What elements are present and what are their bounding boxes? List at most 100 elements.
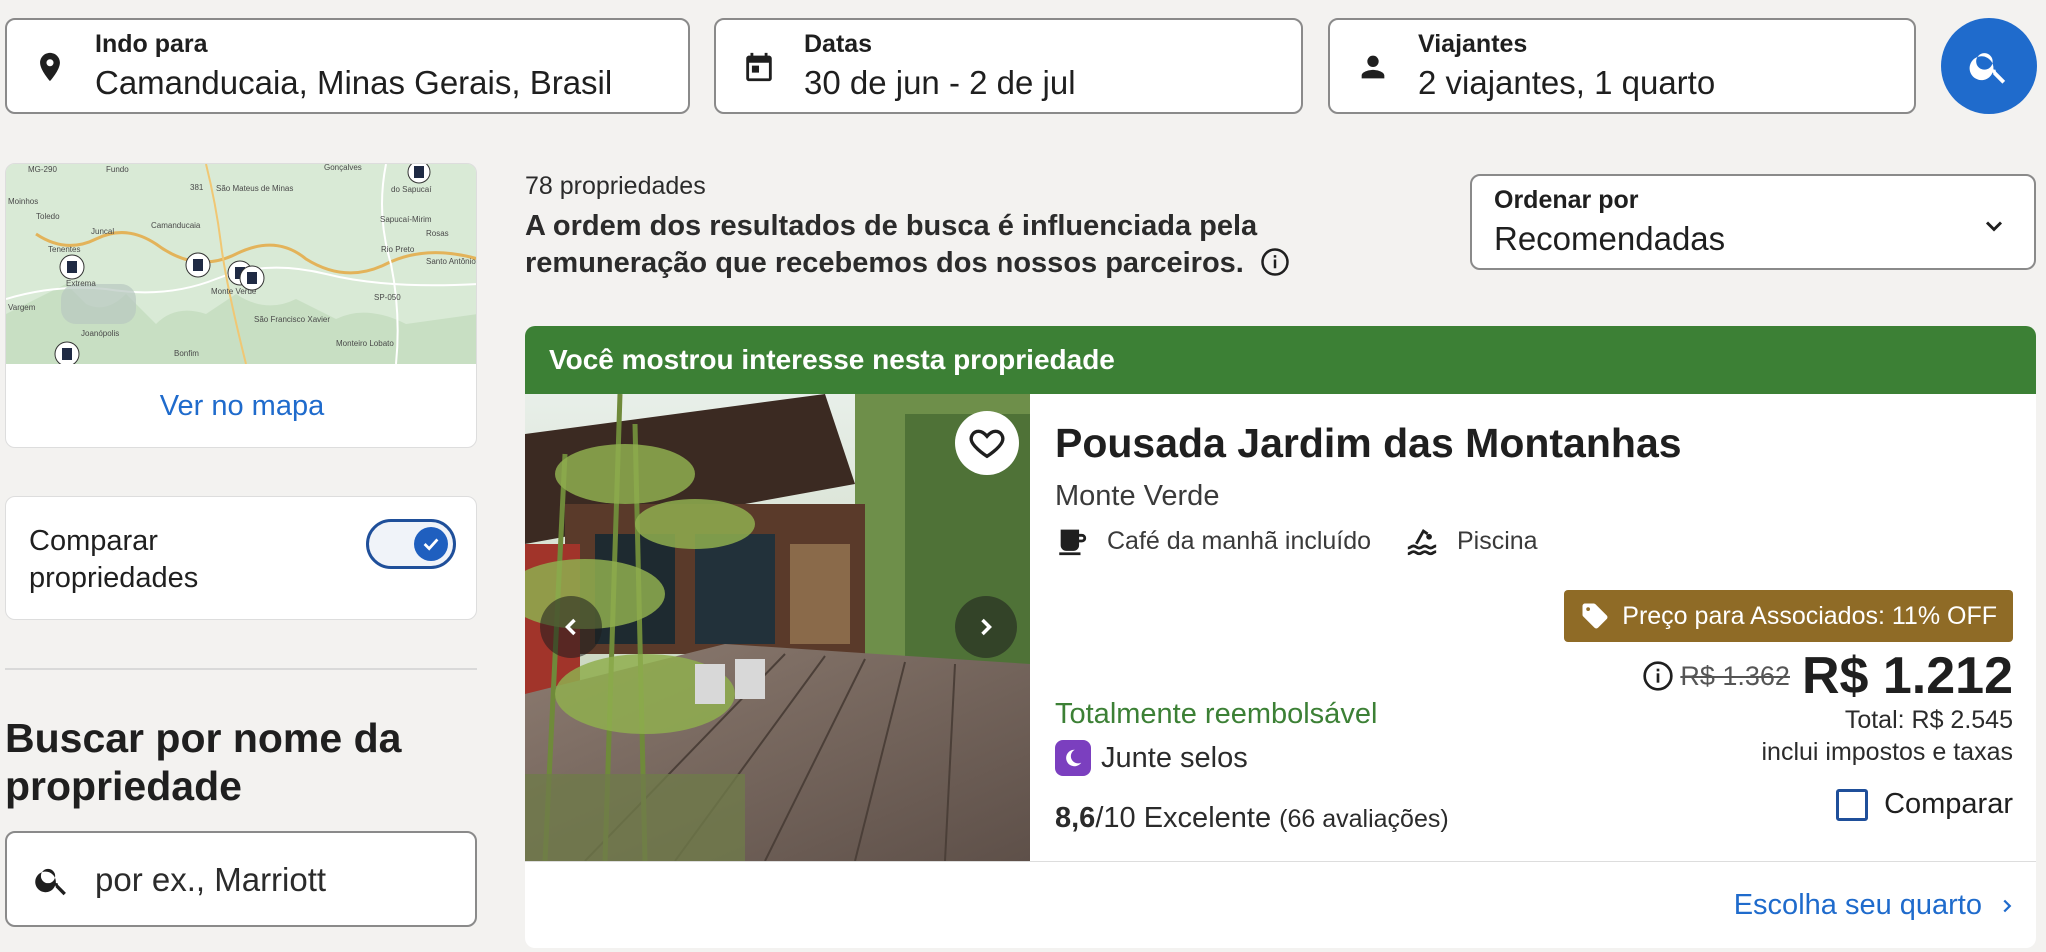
map-place: Rio Preto xyxy=(381,245,415,254)
destination-field[interactable]: Indo para Camanducaia, Minas Gerais, Bra… xyxy=(5,18,690,114)
map-place: Toledo xyxy=(36,212,60,221)
map-place: Monteiro Lobato xyxy=(336,339,394,348)
moon-icon xyxy=(1055,740,1091,776)
favorite-button[interactable] xyxy=(955,411,1019,475)
map-place: Tenentes xyxy=(48,245,80,254)
destination-label: Indo para xyxy=(95,30,208,58)
compare-properties-toggle[interactable] xyxy=(366,519,456,569)
member-price-badge: Preço para Associados: 11% OFF xyxy=(1564,590,2013,642)
price-row: R$ 1.362 R$ 1.212 xyxy=(1642,646,2013,706)
map-thumbnail[interactable]: Fundo Gonçalves Moinhos São Mateus de Mi… xyxy=(6,164,477,367)
sort-value: Recomendadas xyxy=(1494,220,1726,257)
dates-label: Datas xyxy=(804,30,873,58)
view-on-map-link[interactable]: Ver no mapa xyxy=(6,364,476,447)
property-name[interactable]: Pousada Jardim das Montanhas xyxy=(1055,420,1682,467)
amenity-label: Piscina xyxy=(1457,526,1538,555)
choose-room-link[interactable]: Escolha seu quarto xyxy=(1734,889,2018,922)
search-icon xyxy=(1969,53,2006,84)
chevron-right-icon xyxy=(981,618,992,636)
rating-score: 8,6 xyxy=(1055,802,1096,834)
map-place: 381 xyxy=(190,183,204,192)
heart-icon xyxy=(969,429,1005,459)
taxes-note: inclui impostos e taxas xyxy=(1761,738,2013,766)
guest-rating: 8,6/10 Excelente (66 avaliações) xyxy=(1055,802,1449,835)
sort-label: Ordenar por xyxy=(1494,186,1639,214)
map-place: Moinhos xyxy=(8,197,38,206)
results-count: 78 propriedades xyxy=(525,172,706,200)
travelers-field[interactable]: Viajantes 2 viajantes, 1 quarto xyxy=(1328,18,1916,114)
sidebar-divider xyxy=(5,668,477,670)
location-pin-icon xyxy=(40,52,60,82)
compare-properties-card: Comparar propriedades xyxy=(5,496,477,620)
map-place: Joanópolis xyxy=(81,329,119,338)
map-place: Gonçalves xyxy=(324,164,362,172)
property-name-placeholder: por ex., Marriott xyxy=(95,861,327,898)
map-place: MG-290 xyxy=(28,165,57,174)
map-graphic: Fundo Gonçalves Moinhos São Mateus de Mi… xyxy=(6,164,477,367)
amenity-breakfast: Café da manhã incluído xyxy=(1055,524,1371,558)
rating-scale: /10 xyxy=(1095,802,1136,834)
chevron-right-icon xyxy=(2003,899,2012,912)
review-count: (66 avaliações) xyxy=(1279,805,1449,833)
destination-value: Camanducaia, Minas Gerais, Brasil xyxy=(95,64,613,101)
coffee-cup-icon xyxy=(1059,529,1087,556)
total-price: Total: R$ 2.545 xyxy=(1844,706,2013,734)
ranking-disclaimer: A ordem dos resultados de busca é influe… xyxy=(525,208,1445,282)
current-price: R$ 1.212 xyxy=(1801,647,2013,705)
search-button[interactable] xyxy=(1941,18,2037,114)
person-icon xyxy=(1361,55,1385,79)
property-card[interactable]: Você mostrou interesse nesta propriedade xyxy=(525,326,2036,948)
stamps-label: Junte selos xyxy=(1101,741,1248,774)
map-place: Extrema xyxy=(66,279,96,288)
check-icon xyxy=(414,527,448,561)
map-place: Fundo xyxy=(106,165,129,174)
tag-icon xyxy=(1582,603,1608,629)
map-place: SP-050 xyxy=(374,293,401,302)
checkbox-icon xyxy=(1836,788,1869,821)
travelers-label: Viajantes xyxy=(1418,30,1528,58)
compare-checkbox-label: Comparar xyxy=(1884,788,2013,820)
map-place: Bonfim xyxy=(174,349,199,358)
calendar-icon xyxy=(746,52,772,82)
previous-photo-button[interactable] xyxy=(540,596,602,658)
chevron-left-icon xyxy=(565,618,576,636)
map-card[interactable]: Fundo Gonçalves Moinhos São Mateus de Mi… xyxy=(5,163,477,448)
map-place: Vargem xyxy=(8,303,36,312)
property-name-search-input[interactable]: por ex., Marriott xyxy=(5,831,477,927)
next-photo-button[interactable] xyxy=(955,596,1017,658)
original-price: R$ 1.362 xyxy=(1680,660,1790,691)
property-photo[interactable] xyxy=(525,394,1030,861)
chevron-down-icon xyxy=(1985,221,2003,232)
property-details: Pousada Jardim das Montanhas Monte Verde… xyxy=(1055,394,2036,861)
interest-banner: Você mostrou interesse nesta propriedade xyxy=(525,326,2036,394)
map-place: Juncal xyxy=(91,227,114,236)
dates-value: 30 de jun - 2 de jul xyxy=(804,64,1076,101)
choose-room-label: Escolha seu quarto xyxy=(1733,889,1982,921)
amenity-pool: Piscina xyxy=(1405,524,1538,558)
rating-word: Excelente xyxy=(1143,802,1272,834)
property-name-search-heading: Buscar por nome da propriedade xyxy=(5,715,402,809)
ranking-disclaimer-text: A ordem dos resultados de busca é influe… xyxy=(525,210,1258,279)
map-place: São Francisco Xavier xyxy=(254,315,330,324)
map-place: Rosas xyxy=(426,229,449,238)
search-icon xyxy=(35,868,66,896)
travelers-value: 2 viajantes, 1 quarto xyxy=(1418,64,1716,101)
info-icon[interactable] xyxy=(1260,247,1290,277)
stamps-program: Junte selos xyxy=(1055,740,1248,776)
compare-properties-label: Comparar propriedades xyxy=(29,525,199,594)
dates-field[interactable]: Datas 30 de jun - 2 de jul xyxy=(714,18,1303,114)
member-price-label: Preço para Associados: 11% OFF xyxy=(1622,601,1997,630)
info-icon[interactable] xyxy=(1642,660,1674,692)
sort-dropdown[interactable]: Ordenar por Recomendadas xyxy=(1470,174,2036,270)
property-location: Monte Verde xyxy=(1055,480,1220,512)
compare-checkbox[interactable]: Comparar xyxy=(1836,788,2013,821)
map-place: São Mateus de Minas xyxy=(216,184,293,193)
refund-policy: Totalmente reembolsável xyxy=(1055,698,1378,730)
map-place: Camanducaia xyxy=(151,221,201,230)
map-place: do Sapucaí xyxy=(391,185,432,194)
amenity-label: Café da manhã incluído xyxy=(1107,526,1372,555)
pool-icon xyxy=(1407,529,1437,556)
card-divider xyxy=(525,861,2036,862)
map-place: Sapucaí-Mirim xyxy=(380,215,432,224)
map-place: Santo Antônio do Pinhal xyxy=(426,257,477,266)
